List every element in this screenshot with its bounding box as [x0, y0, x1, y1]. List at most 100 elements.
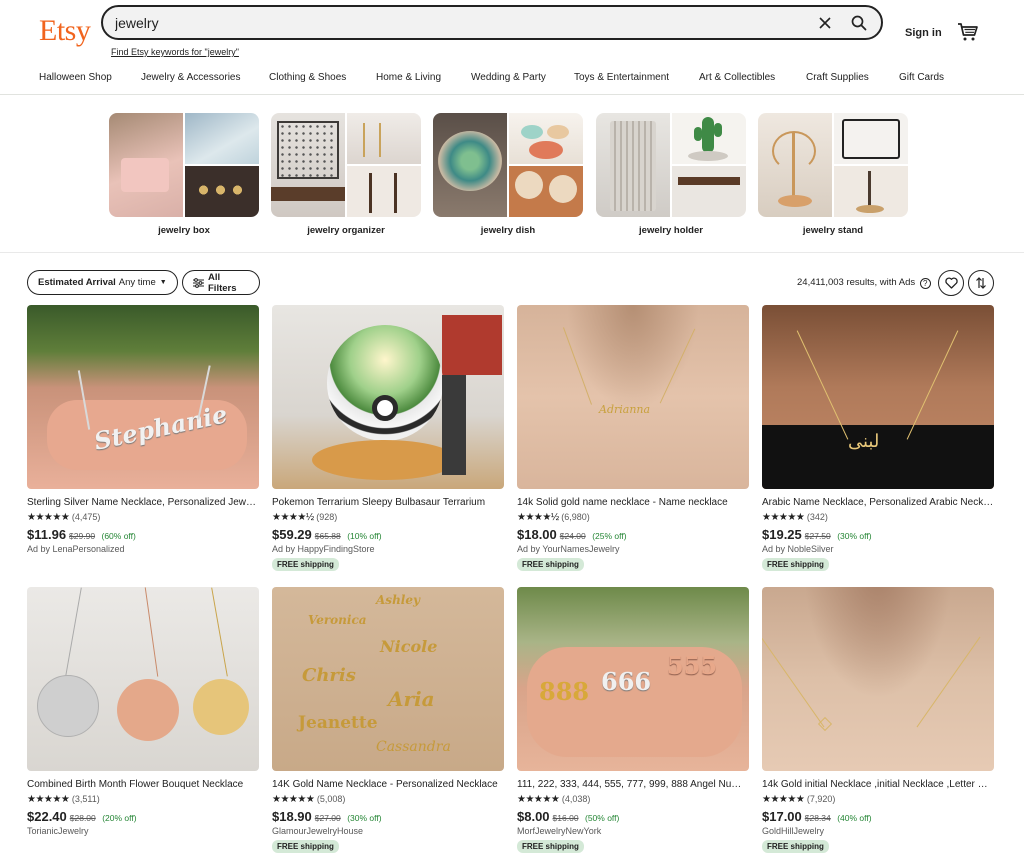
category-label: jewelry dish	[480, 225, 536, 236]
price-row: $17.00 $28.34 (40% off)	[762, 808, 872, 826]
price-row: $11.96 $29.90 (60% off)	[27, 526, 136, 544]
nav-item-home[interactable]: Home & Living	[376, 72, 441, 83]
category-card-jewelry-stand[interactable]: jewelry stand	[758, 113, 908, 236]
all-filters-label: All Filters	[208, 271, 237, 294]
shop-name[interactable]: Ad by HappyFindingStore	[272, 544, 375, 554]
free-shipping-badge: FREE shipping	[272, 558, 339, 571]
review-count: (4,038)	[561, 794, 591, 804]
product-image[interactable]: Stephanie	[27, 305, 259, 489]
save-search-heart-icon[interactable]	[938, 270, 964, 296]
star-rating-icon: ★★★★½	[272, 512, 314, 523]
category-card-jewelry-dish[interactable]: jewelry dish	[433, 113, 583, 236]
product-title[interactable]: 14K Gold Name Necklace - Personalized Ne…	[272, 779, 504, 790]
shop-name[interactable]: GlamourJewelryHouse	[272, 826, 363, 836]
nav-item-gift-cards[interactable]: Gift Cards	[899, 72, 944, 83]
product-card[interactable]: Adrianna 14k Solid gold name necklace - …	[517, 305, 749, 571]
product-image[interactable]	[27, 587, 259, 771]
shop-name[interactable]: Ad by LenaPersonalized	[27, 544, 125, 554]
category-card-jewelry-box[interactable]: jewelry box	[109, 113, 259, 236]
product-title[interactable]: Combined Birth Month Flower Bouquet Neck…	[27, 779, 259, 790]
price-row: $19.25 $27.50 (30% off)	[762, 526, 872, 544]
product-title[interactable]: 111, 222, 333, 444, 555, 777, 999, 888 A…	[517, 779, 749, 790]
search-input[interactable]	[115, 13, 795, 33]
product-title[interactable]: 14k Gold initial Necklace ,initial Neckl…	[762, 779, 994, 790]
shop-name[interactable]: TorianicJewelry	[27, 826, 89, 836]
product-title[interactable]: Pokemon Terrarium Sleepy Bulbasaur Terra…	[272, 497, 504, 508]
original-price: $28.34	[804, 813, 831, 823]
category-card-jewelry-organizer[interactable]: jewelry organizer	[271, 113, 421, 236]
cart-icon[interactable]	[957, 22, 979, 42]
product-rating: ★★★★½ (6,980)	[517, 512, 590, 523]
original-price: $16.00	[552, 813, 579, 823]
product-image[interactable]: Ashley Veronica Nicole Chris Aria Jeanet…	[272, 587, 504, 771]
category-card-jewelry-holder[interactable]: jewelry holder	[596, 113, 746, 236]
price-row: $18.00 $24.00 (25% off)	[517, 526, 627, 544]
discount-percent: (50% off)	[585, 813, 620, 823]
star-rating-icon: ★★★★★	[762, 794, 805, 805]
sale-price: $59.29	[272, 527, 312, 542]
product-title[interactable]: 14k Solid gold name necklace - Name neck…	[517, 497, 749, 508]
sign-in-link[interactable]: Sign in	[905, 27, 942, 39]
category-image	[433, 113, 583, 217]
free-shipping-badge: FREE shipping	[517, 840, 584, 853]
shop-name[interactable]: GoldHillJewelry	[762, 826, 824, 836]
nav-item-jewelry[interactable]: Jewelry & Accessories	[141, 72, 240, 83]
product-card[interactable]: Stephanie Sterling Silver Name Necklace,…	[27, 305, 259, 554]
product-card[interactable]: Combined Birth Month Flower Bouquet Neck…	[27, 587, 259, 836]
help-icon[interactable]: ?	[919, 278, 931, 289]
product-rating: ★★★★★ (5,008)	[272, 794, 345, 805]
results-count: 24,411,003 results, with Ads ?	[797, 277, 931, 289]
discount-percent: (40% off)	[837, 813, 872, 823]
product-card[interactable]: Pokemon Terrarium Sleepy Bulbasaur Terra…	[272, 305, 504, 571]
nav-item-clothing[interactable]: Clothing & Shoes	[269, 72, 346, 83]
price-row: $18.90 $27.00 (30% off)	[272, 808, 382, 826]
product-image[interactable]: لبنى	[762, 305, 994, 489]
star-rating-icon: ★★★★★	[272, 794, 315, 805]
etsy-logo[interactable]: Etsy	[39, 14, 91, 48]
search-bar	[101, 5, 883, 40]
category-image	[758, 113, 908, 217]
category-image	[109, 113, 259, 217]
product-image[interactable]	[272, 305, 504, 489]
product-title[interactable]: Arabic Name Necklace, Personalized Arabi…	[762, 497, 994, 508]
nav-item-craft[interactable]: Craft Supplies	[806, 72, 869, 83]
category-label: jewelry organizer	[307, 225, 385, 236]
product-rating: ★★★★½ (928)	[272, 512, 337, 523]
free-shipping-badge: FREE shipping	[762, 558, 829, 571]
product-card[interactable]: Ashley Veronica Nicole Chris Aria Jeanet…	[272, 587, 504, 853]
find-keywords-link[interactable]: Find Etsy keywords for "jewelry"	[111, 47, 239, 57]
product-rating: ★★★★★ (3,511)	[27, 794, 100, 805]
original-price: $28.00	[69, 813, 96, 823]
product-title[interactable]: Sterling Silver Name Necklace, Personali…	[27, 497, 259, 508]
product-card[interactable]: لبنى Arabic Name Necklace, Personalized …	[762, 305, 994, 571]
review-count: (4,475)	[71, 512, 101, 522]
review-count: (6,980)	[561, 512, 590, 522]
product-image[interactable]: 888 666 555	[517, 587, 749, 771]
search-icon[interactable]	[847, 11, 871, 35]
shop-name[interactable]: Ad by YourNamesJewelry	[517, 544, 620, 554]
nav-item-halloween[interactable]: Halloween Shop	[39, 72, 112, 83]
nav-item-art[interactable]: Art & Collectibles	[699, 72, 775, 83]
product-card[interactable]: 888 666 555 111, 222, 333, 444, 555, 777…	[517, 587, 749, 853]
review-count: (5,008)	[316, 794, 346, 804]
arrival-value: Any time	[118, 277, 156, 288]
arrival-label: Estimated Arrival	[38, 277, 116, 288]
product-rating: ★★★★★ (342)	[762, 512, 828, 523]
sale-price: $18.90	[272, 809, 312, 824]
header: Etsy Find Etsy keywords for "jewelry" Si…	[0, 0, 1024, 95]
all-filters-button[interactable]: All Filters	[182, 270, 260, 295]
original-price: $29.90	[69, 531, 96, 541]
discount-percent: (10% off)	[347, 531, 382, 541]
estimated-arrival-dropdown[interactable]: Estimated Arrival Any time ▼	[27, 270, 178, 295]
product-card[interactable]: 14k Gold initial Necklace ,initial Neckl…	[762, 587, 994, 853]
category-nav: Halloween Shop Jewelry & Accessories Clo…	[0, 72, 1024, 88]
shop-name[interactable]: MorfJewelryNewYork	[517, 826, 601, 836]
nav-item-toys[interactable]: Toys & Entertainment	[574, 72, 669, 83]
product-image[interactable]	[762, 587, 994, 771]
product-image[interactable]: Adrianna	[517, 305, 749, 489]
sort-icon[interactable]	[968, 270, 994, 296]
shop-name[interactable]: Ad by NobleSilver	[762, 544, 834, 554]
star-rating-icon: ★★★★★	[517, 794, 560, 805]
clear-search-icon[interactable]	[813, 11, 837, 35]
nav-item-wedding[interactable]: Wedding & Party	[471, 72, 546, 83]
